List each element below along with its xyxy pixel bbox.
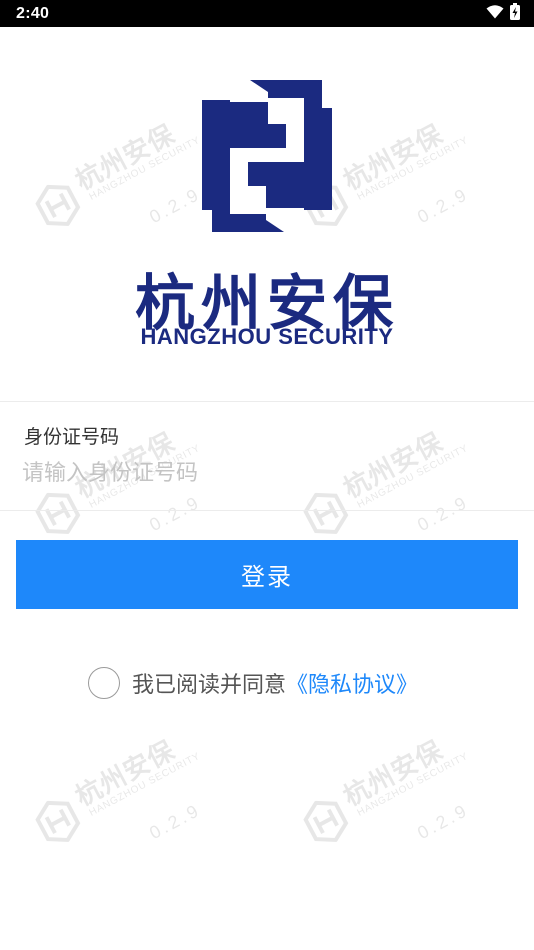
watermark-version: 0.2.9: [414, 491, 473, 536]
id-number-input[interactable]: [22, 454, 512, 492]
hs-shield-logo-icon: [200, 78, 334, 238]
watermark-version: 0.2.9: [146, 799, 205, 844]
watermark-name-cn: 杭州安保: [70, 119, 181, 197]
watermark-logo-icon: [35, 184, 81, 227]
watermark-logo-icon: [35, 492, 81, 535]
divider: [0, 401, 534, 402]
divider: [0, 510, 534, 511]
brand-name-en: HANGZHOU SECURITY: [140, 324, 394, 349]
watermark-tile: 杭州安保 HANGZHOU SECURITY 0.2.9: [279, 667, 534, 899]
watermark-name-cn: 杭州安保: [70, 735, 181, 813]
watermark-name-en: HANGZHOU SECURITY: [87, 134, 203, 203]
status-bar: 2:40: [0, 0, 534, 27]
watermark-version: 0.2.9: [146, 491, 205, 536]
watermark-name-en: HANGZHOU SECURITY: [355, 134, 471, 203]
watermark-logo-icon: [35, 800, 81, 843]
privacy-agreement-row: 我已阅读并同意 《隐私协议》: [88, 665, 418, 701]
battery-charging-icon: [510, 3, 520, 24]
watermark-version: 0.2.9: [414, 183, 473, 228]
privacy-policy-link[interactable]: 《隐私协议》: [286, 667, 418, 699]
wifi-icon: [486, 4, 504, 23]
id-number-label: 身份证号码: [24, 426, 120, 448]
agree-checkbox[interactable]: [88, 667, 120, 699]
watermark-logo-icon: [303, 492, 349, 535]
watermark-version: 0.2.9: [146, 183, 205, 228]
status-time: 2:40: [16, 4, 50, 22]
watermark-name-en: HANGZHOU SECURITY: [355, 750, 471, 819]
watermark-version: 0.2.9: [414, 799, 473, 844]
status-icons: [486, 3, 520, 24]
watermark-tile: 杭州安保 HANGZHOU SECURITY 0.2.9: [11, 667, 280, 899]
login-button[interactable]: 登录: [16, 540, 518, 609]
agree-text: 我已阅读并同意: [132, 673, 287, 698]
watermark-name-cn: 杭州安保: [338, 735, 449, 813]
watermark-logo-icon: [303, 800, 349, 843]
watermark-name-cn: 杭州安保: [338, 119, 449, 197]
watermark-name-en: HANGZHOU SECURITY: [87, 750, 203, 819]
